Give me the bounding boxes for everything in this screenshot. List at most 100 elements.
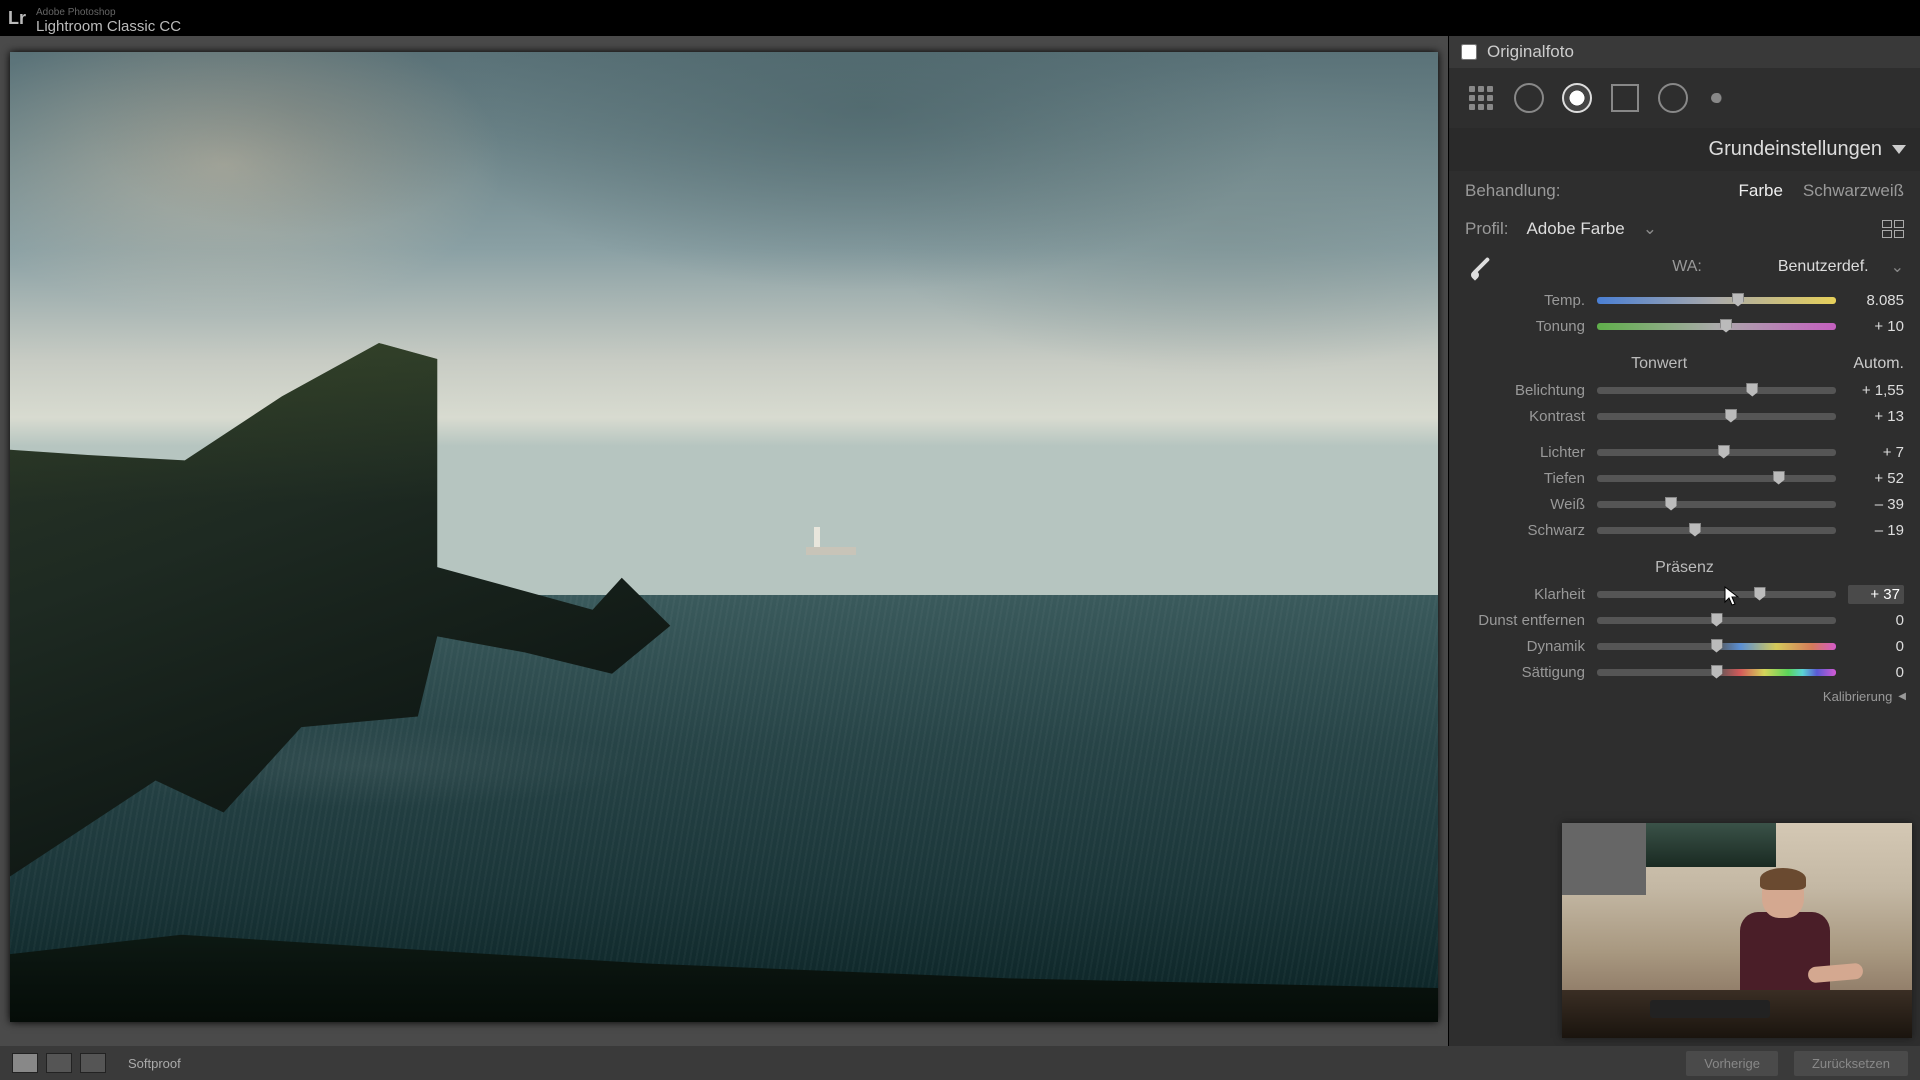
collapse-triangle-icon (1892, 145, 1906, 154)
slider-row-sat: Sättigung 0 (1449, 659, 1920, 685)
graduated-filter-icon[interactable] (1607, 80, 1643, 116)
wb-eyedropper-icon[interactable] (1465, 251, 1497, 283)
bottom-toolbar: Softproof Vorherige Zurücksetzen (0, 1046, 1920, 1080)
slider-value-sat[interactable]: 0 (1848, 664, 1904, 681)
slider-row-tint: Tonung + 10 (1449, 313, 1920, 339)
slider-label-sat: Sättigung (1465, 664, 1585, 681)
slider-handle-vibrance[interactable] (1711, 639, 1723, 653)
slider-handle-high[interactable] (1718, 445, 1730, 459)
slider-track-black[interactable] (1597, 527, 1836, 534)
local-adjustment-toolbar (1449, 68, 1920, 128)
original-photo-label: Originalfoto (1487, 42, 1574, 62)
treatment-bw-option[interactable]: Schwarzweiß (1803, 181, 1904, 201)
slider-label-dehaze: Dunst entfernen (1465, 612, 1585, 629)
slider-handle-contrast[interactable] (1725, 409, 1737, 423)
spot-removal-icon[interactable] (1511, 80, 1547, 116)
slider-row-white: Weiß – 39 (1449, 491, 1920, 517)
auto-button[interactable]: Autom. (1853, 355, 1904, 373)
slider-handle-clarity[interactable] (1754, 587, 1766, 601)
slider-value-temp[interactable]: 8.085 (1848, 292, 1904, 309)
slider-handle-exposure[interactable] (1746, 383, 1758, 397)
basic-panel-header[interactable]: Grundeinstellungen (1449, 128, 1920, 171)
slider-row-exposure: Belichtung + 1,55 (1449, 377, 1920, 403)
slider-row-dehaze: Dunst entfernen 0 (1449, 607, 1920, 633)
calibration-panel-header[interactable]: Kalibrierung (1449, 685, 1920, 708)
slider-handle-shad[interactable] (1773, 471, 1785, 485)
slider-value-contrast[interactable]: + 13 (1848, 408, 1904, 425)
slider-value-tint[interactable]: + 10 (1848, 318, 1904, 335)
app-name: Lightroom Classic CC (36, 18, 181, 35)
image-canvas[interactable] (0, 36, 1448, 1080)
before-after-view-button[interactable] (46, 1053, 72, 1073)
slider-label-black: Schwarz (1465, 522, 1585, 539)
slider-label-vibrance: Dynamik (1465, 638, 1585, 655)
slider-row-shad: Tiefen + 52 (1449, 465, 1920, 491)
slider-track-clarity[interactable] (1597, 591, 1836, 598)
mask-amount-slider-icon[interactable] (1711, 93, 1906, 103)
slider-label-high: Lichter (1465, 444, 1585, 461)
profile-row: Profil: Adobe Farbe ⌄ (1449, 211, 1920, 247)
slider-handle-temp[interactable] (1732, 293, 1744, 307)
slider-handle-black[interactable] (1689, 523, 1701, 537)
slider-label-white: Weiß (1465, 496, 1585, 513)
slider-value-dehaze[interactable]: 0 (1848, 612, 1904, 629)
section-title: Tonwert (1465, 355, 1853, 373)
slider-value-exposure[interactable]: + 1,55 (1848, 382, 1904, 399)
section-header: TonwertAutom. (1449, 347, 1920, 377)
slider-label-contrast: Kontrast (1465, 408, 1585, 425)
slider-value-vibrance[interactable]: 0 (1848, 638, 1904, 655)
slider-track-tint[interactable] (1597, 323, 1836, 330)
treatment-row: Behandlung: Farbe Schwarzweiß (1449, 171, 1920, 211)
slider-value-white[interactable]: – 39 (1848, 496, 1904, 513)
slider-track-dehaze[interactable] (1597, 617, 1836, 624)
app-logo: Lr (8, 8, 26, 29)
profile-browser-icon[interactable] (1882, 220, 1904, 238)
slider-label-temp: Temp. (1465, 292, 1585, 309)
slider-track-contrast[interactable] (1597, 413, 1836, 420)
crop-tool-icon[interactable] (1463, 80, 1499, 116)
slider-row-clarity: Klarheit + 37 (1449, 581, 1920, 607)
grid-view-button[interactable] (80, 1053, 106, 1073)
wb-value-dropdown[interactable]: Benutzerdef. (1778, 258, 1869, 276)
slider-row-vibrance: Dynamik 0 (1449, 633, 1920, 659)
softproof-label[interactable]: Softproof (128, 1056, 181, 1071)
slider-handle-sat[interactable] (1711, 665, 1723, 679)
radial-filter-icon[interactable] (1559, 80, 1595, 116)
webcam-overlay (1562, 823, 1912, 1038)
slider-row-high: Lichter + 7 (1449, 439, 1920, 465)
slider-track-white[interactable] (1597, 501, 1836, 508)
slider-label-exposure: Belichtung (1465, 382, 1585, 399)
slider-label-clarity: Klarheit (1465, 586, 1585, 603)
title-bar: Lr Adobe Photoshop Lightroom Classic CC (0, 0, 1920, 36)
profile-value[interactable]: Adobe Farbe (1526, 219, 1624, 239)
white-balance-row: WA: Benutzerdef. ⌄ (1449, 247, 1920, 287)
panel-title-label: Grundeinstellungen (1709, 138, 1882, 161)
slider-track-shad[interactable] (1597, 475, 1836, 482)
slider-value-shad[interactable]: + 52 (1848, 470, 1904, 487)
slider-value-clarity[interactable]: + 37 (1848, 585, 1904, 604)
original-photo-checkbox[interactable] (1461, 44, 1477, 60)
edited-photo (10, 52, 1438, 1022)
slider-track-sat[interactable] (1597, 669, 1836, 676)
slider-track-exposure[interactable] (1597, 387, 1836, 394)
treatment-color-option[interactable]: Farbe (1738, 181, 1782, 201)
slider-value-high[interactable]: + 7 (1848, 444, 1904, 461)
slider-track-vibrance[interactable] (1597, 643, 1836, 650)
slider-handle-tint[interactable] (1720, 319, 1732, 333)
treatment-label: Behandlung: (1465, 181, 1560, 201)
profile-label: Profil: (1465, 219, 1508, 239)
reset-button[interactable]: Zurücksetzen (1794, 1051, 1908, 1076)
app-vendor: Adobe Photoshop (36, 8, 116, 18)
section-header: Präsenz (1449, 551, 1920, 581)
adjustment-brush-icon[interactable] (1655, 80, 1691, 116)
previous-button[interactable]: Vorherige (1686, 1051, 1778, 1076)
slider-row-contrast: Kontrast + 13 (1449, 403, 1920, 429)
slider-label-shad: Tiefen (1465, 470, 1585, 487)
slider-handle-dehaze[interactable] (1711, 613, 1723, 627)
slider-track-high[interactable] (1597, 449, 1836, 456)
slider-handle-white[interactable] (1665, 497, 1677, 511)
slider-track-temp[interactable] (1597, 297, 1836, 304)
loupe-view-button[interactable] (12, 1053, 38, 1073)
slider-value-black[interactable]: – 19 (1848, 522, 1904, 539)
slider-label-tint: Tonung (1465, 318, 1585, 335)
